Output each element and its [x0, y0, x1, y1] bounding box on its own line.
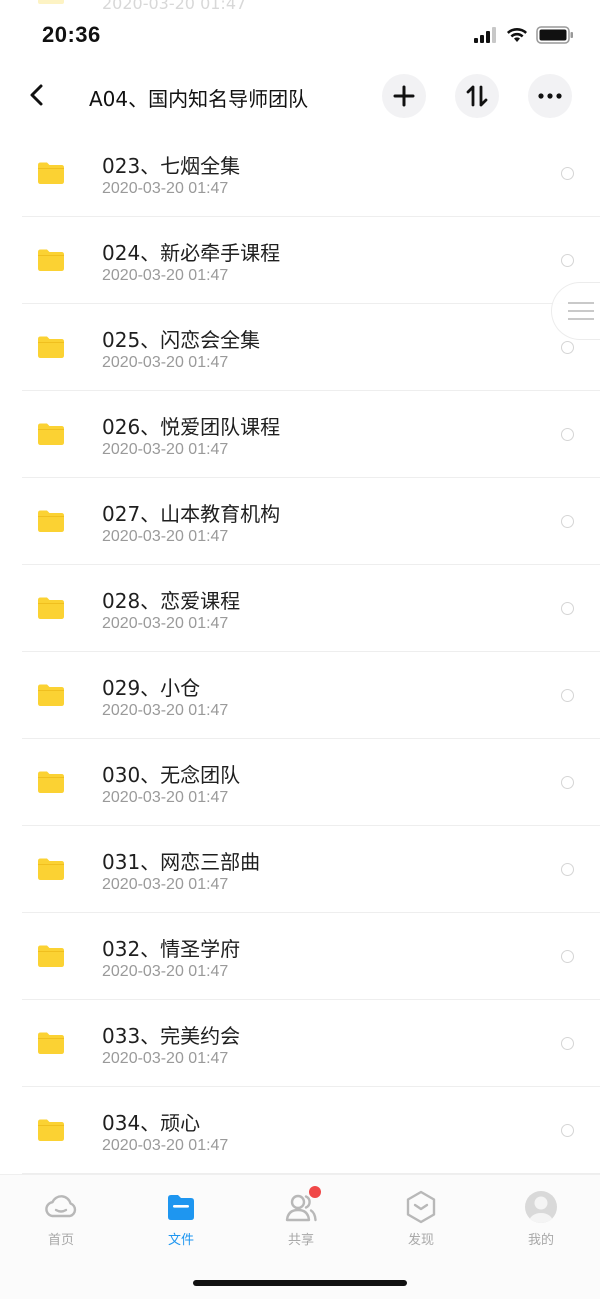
file-date: 2020-03-20 01:47 [102, 789, 229, 806]
tab-label: 首页 [47, 1233, 74, 1248]
file-date: 2020-03-20 01:47 [102, 1137, 229, 1154]
file-list: 023、七烟全集 2020-03-20 01:47 024、新必牵手课程 2020-0… [0, 130, 600, 1174]
file-name: 033、完美约会 [102, 1024, 241, 1048]
select-radio[interactable] [561, 1124, 574, 1137]
folder-icon [163, 1189, 199, 1225]
sort-button[interactable] [455, 74, 499, 118]
status-icons [474, 26, 574, 44]
side-menu-handle[interactable] [551, 282, 600, 340]
handle-line [568, 302, 594, 304]
tab-label: 共享 [287, 1233, 314, 1248]
page-title: A04、国内知名导师团队 [89, 87, 309, 111]
tab-home[interactable]: 首页 [21, 1189, 101, 1248]
file-name: 029、小仓 [102, 676, 201, 700]
handle-line [568, 310, 594, 312]
avatar-icon [523, 1189, 559, 1225]
folder-icon [38, 1032, 64, 1054]
select-radio[interactable] [561, 167, 574, 180]
tab-label: 文件 [167, 1233, 194, 1248]
file-name: 025、闪恋会全集 [102, 328, 261, 352]
folder-icon [38, 858, 64, 880]
sort-icon [466, 85, 488, 107]
file-name: 030、无念团队 [102, 763, 241, 787]
folder-icon [38, 597, 64, 619]
file-date: 2020-03-20 01:47 [102, 876, 229, 893]
folder-icon [38, 423, 64, 445]
status-time: 20:36 [42, 22, 101, 47]
file-name: 027、山本教育机构 [102, 502, 281, 526]
nav-bar: A04、国内知名导师团队 [0, 62, 600, 130]
file-date: 2020-03-20 01:47 [102, 441, 229, 458]
list-item[interactable]: 024、新必牵手课程 2020-03-20 01:47 [0, 217, 600, 304]
tab-discover[interactable]: 发现 [381, 1189, 461, 1248]
tab-share[interactable]: 共享 [261, 1186, 341, 1248]
tab-label: 我的 [527, 1233, 554, 1248]
list-item[interactable]: 023、七烟全集 2020-03-20 01:47 [0, 130, 600, 217]
list-item[interactable]: 031、网恋三部曲 2020-03-20 01:47 [0, 826, 600, 913]
file-date: 2020-03-20 01:47 [102, 528, 229, 545]
select-radio[interactable] [561, 950, 574, 963]
notification-dot [309, 1186, 321, 1198]
home-indicator [193, 1280, 407, 1286]
list-item[interactable]: 029、小仓 2020-03-20 01:47 [0, 652, 600, 739]
select-radio[interactable] [561, 863, 574, 876]
folder-icon [38, 336, 64, 358]
select-radio[interactable] [561, 602, 574, 615]
select-radio[interactable] [561, 341, 574, 354]
file-name: 034、顽心 [102, 1111, 201, 1135]
select-radio[interactable] [561, 254, 574, 267]
select-radio[interactable] [561, 1037, 574, 1050]
select-radio[interactable] [561, 515, 574, 528]
file-date: 2020-03-20 01:47 [102, 267, 229, 284]
list-item[interactable]: 027、山本教育机构 2020-03-20 01:47 [0, 478, 600, 565]
file-name: 024、新必牵手课程 [102, 241, 281, 265]
handle-line [568, 318, 594, 320]
tab-mine[interactable]: 我的 [501, 1189, 581, 1248]
file-date: 2020-03-20 01:47 [102, 702, 229, 719]
folder-icon [38, 684, 64, 706]
tab-label: 发现 [407, 1233, 434, 1248]
users-icon [283, 1186, 321, 1225]
signal-icon [474, 27, 496, 43]
select-radio[interactable] [561, 689, 574, 702]
folder-icon [38, 945, 64, 967]
plus-icon [393, 85, 415, 107]
back-button[interactable] [22, 80, 52, 110]
file-name: 023、七烟全集 [102, 154, 241, 178]
file-name: 028、恋爱课程 [102, 589, 241, 613]
chevron-left-icon [30, 84, 43, 106]
list-item[interactable]: 032、情圣学府 2020-03-20 01:47 [0, 913, 600, 1000]
tab-files[interactable]: 文件 [141, 1189, 221, 1248]
add-button[interactable] [382, 74, 426, 118]
folder-icon [38, 510, 64, 532]
list-item[interactable]: 026、悦爱团队课程 2020-03-20 01:47 [0, 391, 600, 478]
list-item[interactable]: 030、无念团队 2020-03-20 01:47 [0, 739, 600, 826]
list-item[interactable]: 034、顽心 2020-03-20 01:47 [0, 1087, 600, 1174]
list-item[interactable]: 025、闪恋会全集 2020-03-20 01:47 [0, 304, 600, 391]
file-date: 2020-03-20 01:47 [102, 963, 229, 980]
more-dots-icon [538, 93, 562, 99]
file-date: 2020-03-20 01:47 [102, 615, 229, 632]
file-date: 2020-03-20 01:47 [102, 180, 229, 197]
more-button[interactable] [528, 74, 572, 118]
select-radio[interactable] [561, 776, 574, 789]
file-name: 026、悦爱团队课程 [102, 415, 281, 439]
file-date: 2020-03-20 01:47 [102, 354, 229, 371]
wifi-icon [507, 28, 527, 42]
file-date: 2020-03-20 01:47 [102, 1050, 229, 1067]
folder-icon [38, 1119, 64, 1141]
discover-box-icon [403, 1189, 439, 1225]
folder-icon [38, 771, 64, 793]
cloud-home-icon [43, 1189, 79, 1225]
list-item[interactable]: 033、完美约会 2020-03-20 01:47 [0, 1000, 600, 1087]
file-name: 031、网恋三部曲 [102, 850, 261, 874]
file-name: 032、情圣学府 [102, 937, 241, 961]
folder-icon [38, 249, 64, 271]
battery-icon [536, 26, 573, 44]
select-radio[interactable] [561, 428, 574, 441]
list-item[interactable]: 028、恋爱课程 2020-03-20 01:47 [0, 565, 600, 652]
status-bar: 20:36 [0, 0, 600, 62]
folder-icon [38, 162, 64, 184]
